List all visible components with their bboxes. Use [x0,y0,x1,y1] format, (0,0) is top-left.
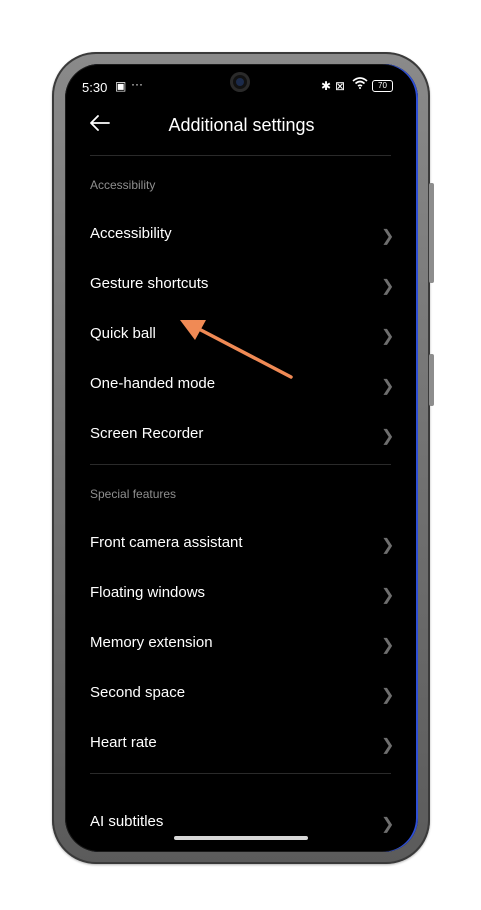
list-item-label: One-handed mode [90,375,216,392]
list-item-label: AI subtitles [90,813,164,830]
list-item-label: Front camera assistant [90,534,243,551]
list-item-label: Accessibility [90,225,172,242]
list-item-floating-windows[interactable]: Floating windows ❯ [65,570,418,620]
list-item-label: Quick ball [90,325,156,342]
more-dots-icon: ··· [131,77,143,91]
chevron-right-icon: ❯ [381,737,395,754]
chevron-right-icon: ❯ [381,228,395,245]
chevron-right-icon: ❯ [381,537,395,554]
list-item-accessibility[interactable]: Accessibility ❯ [65,211,418,261]
section-label-accessibility: Accessibility [90,178,156,192]
front-camera [230,72,250,92]
list-item-front-camera-assistant[interactable]: Front camera assistant ❯ [65,520,418,570]
chevron-right-icon: ❯ [381,816,395,833]
chevron-right-icon: ❯ [381,328,395,345]
phone-screen: 5:30 ▣ ··· ✱ ⊠ 70 Additional settings Ac… [65,64,418,852]
list-item-label: Memory extension [90,634,213,651]
battery-indicator: 70 [372,80,393,92]
status-bar: 5:30 ▣ ··· ✱ ⊠ 70 [65,64,418,104]
chevron-right-icon: ❯ [381,637,395,654]
list-item-label: Screen Recorder [90,425,204,442]
list-item-second-space[interactable]: Second space ❯ [65,670,418,720]
list-item-label: Heart rate [90,734,157,751]
list-item-label: Gesture shortcuts [90,275,209,292]
chevron-right-icon: ❯ [381,428,395,445]
page-title: Additional settings [168,115,315,135]
divider [90,464,391,465]
chevron-right-icon: ❯ [381,687,395,704]
list-item-gesture-shortcuts[interactable]: Gesture shortcuts ❯ [65,261,418,311]
divider [90,773,391,774]
list-item-quick-ball[interactable]: Quick ball ❯ [65,311,418,361]
image-icon: ▣ [115,79,127,93]
chevron-right-icon: ❯ [381,278,395,295]
list-item-one-handed-mode[interactable]: One-handed mode ❯ [65,361,418,411]
list-item-label: Floating windows [90,584,206,601]
page-header: Additional settings [65,104,418,154]
bluetooth-icon: ✱ [321,79,332,93]
chevron-right-icon: ❯ [381,587,395,604]
power-button [429,354,434,406]
status-time: 5:30 [82,80,108,95]
wifi-icon [352,77,368,92]
divider [90,155,391,156]
list-item-ai-subtitles[interactable]: AI subtitles ❯ [65,799,418,849]
list-item-heart-rate[interactable]: Heart rate ❯ [65,720,418,770]
no-sim-icon: ⊠ [335,79,346,93]
volume-button [429,183,434,283]
list-item-memory-extension[interactable]: Memory extension ❯ [65,620,418,670]
home-indicator[interactable] [174,836,308,840]
list-item-screen-recorder[interactable]: Screen Recorder ❯ [65,411,418,461]
chevron-right-icon: ❯ [381,378,395,395]
section-label-special-features: Special features [90,487,177,501]
list-item-label: Second space [90,684,186,701]
